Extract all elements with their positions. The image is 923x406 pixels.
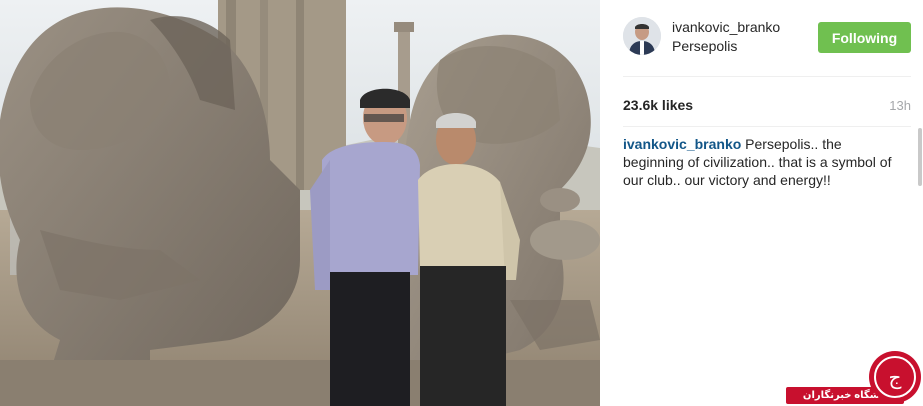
likes-divider [623, 126, 911, 127]
likes-count[interactable]: 23.6k likes [623, 97, 693, 113]
comments-scrollbar[interactable] [918, 128, 922, 186]
post-timestamp[interactable]: 13h [889, 98, 911, 113]
caption-username-link[interactable]: ivankovic_branko [623, 136, 741, 152]
watermark-logo-icon: ج [869, 351, 921, 403]
post-photo[interactable] [0, 0, 600, 406]
user-avatar-icon [623, 17, 661, 55]
following-button[interactable]: Following [818, 22, 911, 53]
watermark-logo-glyph: ج [889, 365, 902, 389]
photo-image [0, 0, 600, 406]
post-caption: ivankovic_branko Persepolis.. the beginn… [623, 135, 903, 189]
post-header: ivankovic_branko Persepolis Following [600, 0, 923, 76]
news-watermark: باشگاه خبرنگاران ج [786, 350, 923, 406]
post-location-link[interactable]: Persepolis [672, 38, 737, 54]
header-divider [623, 76, 911, 77]
post-details-panel: ivankovic_branko Persepolis Following 23… [600, 0, 923, 406]
user-avatar[interactable] [623, 17, 661, 55]
post-username-link[interactable]: ivankovic_branko [672, 19, 780, 35]
